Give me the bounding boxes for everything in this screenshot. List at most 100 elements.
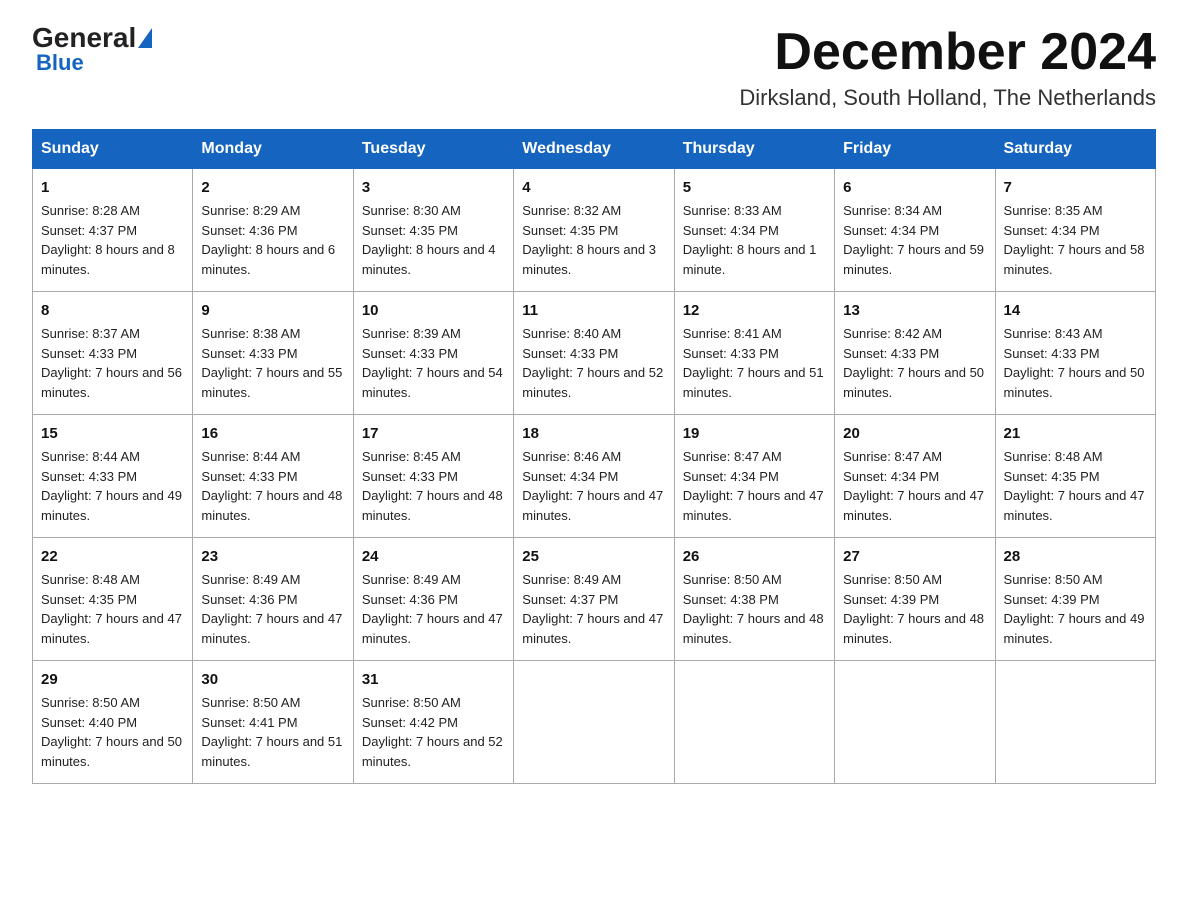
- col-header-saturday: Saturday: [995, 130, 1155, 169]
- table-row: 22 Sunrise: 8:48 AMSunset: 4:35 PMDaylig…: [33, 538, 193, 661]
- table-row: 6 Sunrise: 8:34 AMSunset: 4:34 PMDayligh…: [835, 169, 995, 292]
- day-number: 3: [362, 177, 505, 199]
- location-subtitle: Dirksland, South Holland, The Netherland…: [739, 85, 1156, 111]
- day-info: Sunrise: 8:49 AMSunset: 4:36 PMDaylight:…: [201, 572, 342, 646]
- col-header-tuesday: Tuesday: [353, 130, 513, 169]
- title-area: December 2024 Dirksland, South Holland, …: [739, 24, 1156, 111]
- table-row: 14 Sunrise: 8:43 AMSunset: 4:33 PMDaylig…: [995, 292, 1155, 415]
- day-info: Sunrise: 8:50 AMSunset: 4:41 PMDaylight:…: [201, 695, 342, 769]
- day-info: Sunrise: 8:33 AMSunset: 4:34 PMDaylight:…: [683, 203, 817, 277]
- day-number: 24: [362, 546, 505, 568]
- day-info: Sunrise: 8:30 AMSunset: 4:35 PMDaylight:…: [362, 203, 496, 277]
- table-row: 20 Sunrise: 8:47 AMSunset: 4:34 PMDaylig…: [835, 415, 995, 538]
- day-number: 20: [843, 423, 986, 445]
- day-info: Sunrise: 8:39 AMSunset: 4:33 PMDaylight:…: [362, 326, 503, 400]
- table-row: 9 Sunrise: 8:38 AMSunset: 4:33 PMDayligh…: [193, 292, 353, 415]
- table-row: 16 Sunrise: 8:44 AMSunset: 4:33 PMDaylig…: [193, 415, 353, 538]
- calendar-header-row: Sunday Monday Tuesday Wednesday Thursday…: [33, 130, 1156, 169]
- col-header-monday: Monday: [193, 130, 353, 169]
- day-info: Sunrise: 8:50 AMSunset: 4:42 PMDaylight:…: [362, 695, 503, 769]
- day-info: Sunrise: 8:28 AMSunset: 4:37 PMDaylight:…: [41, 203, 175, 277]
- day-number: 26: [683, 546, 826, 568]
- table-row: [674, 661, 834, 784]
- table-row: [995, 661, 1155, 784]
- day-info: Sunrise: 8:50 AMSunset: 4:38 PMDaylight:…: [683, 572, 824, 646]
- day-number: 22: [41, 546, 184, 568]
- day-number: 9: [201, 300, 344, 322]
- day-number: 14: [1004, 300, 1147, 322]
- day-number: 2: [201, 177, 344, 199]
- month-title: December 2024: [739, 24, 1156, 81]
- table-row: [835, 661, 995, 784]
- day-info: Sunrise: 8:41 AMSunset: 4:33 PMDaylight:…: [683, 326, 824, 400]
- day-info: Sunrise: 8:45 AMSunset: 4:33 PMDaylight:…: [362, 449, 503, 523]
- day-number: 4: [522, 177, 665, 199]
- day-info: Sunrise: 8:42 AMSunset: 4:33 PMDaylight:…: [843, 326, 984, 400]
- day-info: Sunrise: 8:50 AMSunset: 4:40 PMDaylight:…: [41, 695, 182, 769]
- day-number: 11: [522, 300, 665, 322]
- logo-general: General: [32, 24, 136, 52]
- day-info: Sunrise: 8:48 AMSunset: 4:35 PMDaylight:…: [41, 572, 182, 646]
- day-number: 7: [1004, 177, 1147, 199]
- day-info: Sunrise: 8:37 AMSunset: 4:33 PMDaylight:…: [41, 326, 182, 400]
- table-row: 27 Sunrise: 8:50 AMSunset: 4:39 PMDaylig…: [835, 538, 995, 661]
- table-row: 12 Sunrise: 8:41 AMSunset: 4:33 PMDaylig…: [674, 292, 834, 415]
- table-row: 13 Sunrise: 8:42 AMSunset: 4:33 PMDaylig…: [835, 292, 995, 415]
- day-number: 27: [843, 546, 986, 568]
- day-number: 5: [683, 177, 826, 199]
- table-row: 31 Sunrise: 8:50 AMSunset: 4:42 PMDaylig…: [353, 661, 513, 784]
- table-row: 15 Sunrise: 8:44 AMSunset: 4:33 PMDaylig…: [33, 415, 193, 538]
- table-row: 5 Sunrise: 8:33 AMSunset: 4:34 PMDayligh…: [674, 169, 834, 292]
- day-info: Sunrise: 8:47 AMSunset: 4:34 PMDaylight:…: [683, 449, 824, 523]
- table-row: 25 Sunrise: 8:49 AMSunset: 4:37 PMDaylig…: [514, 538, 674, 661]
- calendar-week-5: 29 Sunrise: 8:50 AMSunset: 4:40 PMDaylig…: [33, 661, 1156, 784]
- table-row: 19 Sunrise: 8:47 AMSunset: 4:34 PMDaylig…: [674, 415, 834, 538]
- day-info: Sunrise: 8:46 AMSunset: 4:34 PMDaylight:…: [522, 449, 663, 523]
- day-info: Sunrise: 8:48 AMSunset: 4:35 PMDaylight:…: [1004, 449, 1145, 523]
- table-row: 28 Sunrise: 8:50 AMSunset: 4:39 PMDaylig…: [995, 538, 1155, 661]
- day-info: Sunrise: 8:44 AMSunset: 4:33 PMDaylight:…: [201, 449, 342, 523]
- calendar-week-1: 1 Sunrise: 8:28 AMSunset: 4:37 PMDayligh…: [33, 169, 1156, 292]
- day-info: Sunrise: 8:50 AMSunset: 4:39 PMDaylight:…: [1004, 572, 1145, 646]
- table-row: 10 Sunrise: 8:39 AMSunset: 4:33 PMDaylig…: [353, 292, 513, 415]
- col-header-friday: Friday: [835, 130, 995, 169]
- table-row: 24 Sunrise: 8:49 AMSunset: 4:36 PMDaylig…: [353, 538, 513, 661]
- table-row: 4 Sunrise: 8:32 AMSunset: 4:35 PMDayligh…: [514, 169, 674, 292]
- day-number: 8: [41, 300, 184, 322]
- table-row: 29 Sunrise: 8:50 AMSunset: 4:40 PMDaylig…: [33, 661, 193, 784]
- day-info: Sunrise: 8:47 AMSunset: 4:34 PMDaylight:…: [843, 449, 984, 523]
- day-number: 31: [362, 669, 505, 691]
- table-row: 1 Sunrise: 8:28 AMSunset: 4:37 PMDayligh…: [33, 169, 193, 292]
- col-header-sunday: Sunday: [33, 130, 193, 169]
- logo: General Blue: [32, 24, 154, 76]
- day-info: Sunrise: 8:49 AMSunset: 4:37 PMDaylight:…: [522, 572, 663, 646]
- day-info: Sunrise: 8:32 AMSunset: 4:35 PMDaylight:…: [522, 203, 656, 277]
- day-number: 10: [362, 300, 505, 322]
- day-number: 19: [683, 423, 826, 445]
- table-row: 21 Sunrise: 8:48 AMSunset: 4:35 PMDaylig…: [995, 415, 1155, 538]
- day-info: Sunrise: 8:38 AMSunset: 4:33 PMDaylight:…: [201, 326, 342, 400]
- table-row: 11 Sunrise: 8:40 AMSunset: 4:33 PMDaylig…: [514, 292, 674, 415]
- calendar-week-3: 15 Sunrise: 8:44 AMSunset: 4:33 PMDaylig…: [33, 415, 1156, 538]
- day-number: 17: [362, 423, 505, 445]
- table-row: 17 Sunrise: 8:45 AMSunset: 4:33 PMDaylig…: [353, 415, 513, 538]
- table-row: 26 Sunrise: 8:50 AMSunset: 4:38 PMDaylig…: [674, 538, 834, 661]
- table-row: 30 Sunrise: 8:50 AMSunset: 4:41 PMDaylig…: [193, 661, 353, 784]
- day-number: 18: [522, 423, 665, 445]
- logo-blue: Blue: [36, 50, 84, 76]
- day-info: Sunrise: 8:34 AMSunset: 4:34 PMDaylight:…: [843, 203, 984, 277]
- day-number: 23: [201, 546, 344, 568]
- day-number: 16: [201, 423, 344, 445]
- table-row: 7 Sunrise: 8:35 AMSunset: 4:34 PMDayligh…: [995, 169, 1155, 292]
- day-info: Sunrise: 8:40 AMSunset: 4:33 PMDaylight:…: [522, 326, 663, 400]
- day-info: Sunrise: 8:50 AMSunset: 4:39 PMDaylight:…: [843, 572, 984, 646]
- day-number: 28: [1004, 546, 1147, 568]
- table-row: 2 Sunrise: 8:29 AMSunset: 4:36 PMDayligh…: [193, 169, 353, 292]
- table-row: 18 Sunrise: 8:46 AMSunset: 4:34 PMDaylig…: [514, 415, 674, 538]
- day-number: 6: [843, 177, 986, 199]
- logo-triangle-icon: [138, 28, 152, 48]
- day-info: Sunrise: 8:43 AMSunset: 4:33 PMDaylight:…: [1004, 326, 1145, 400]
- table-row: 23 Sunrise: 8:49 AMSunset: 4:36 PMDaylig…: [193, 538, 353, 661]
- col-header-thursday: Thursday: [674, 130, 834, 169]
- day-number: 15: [41, 423, 184, 445]
